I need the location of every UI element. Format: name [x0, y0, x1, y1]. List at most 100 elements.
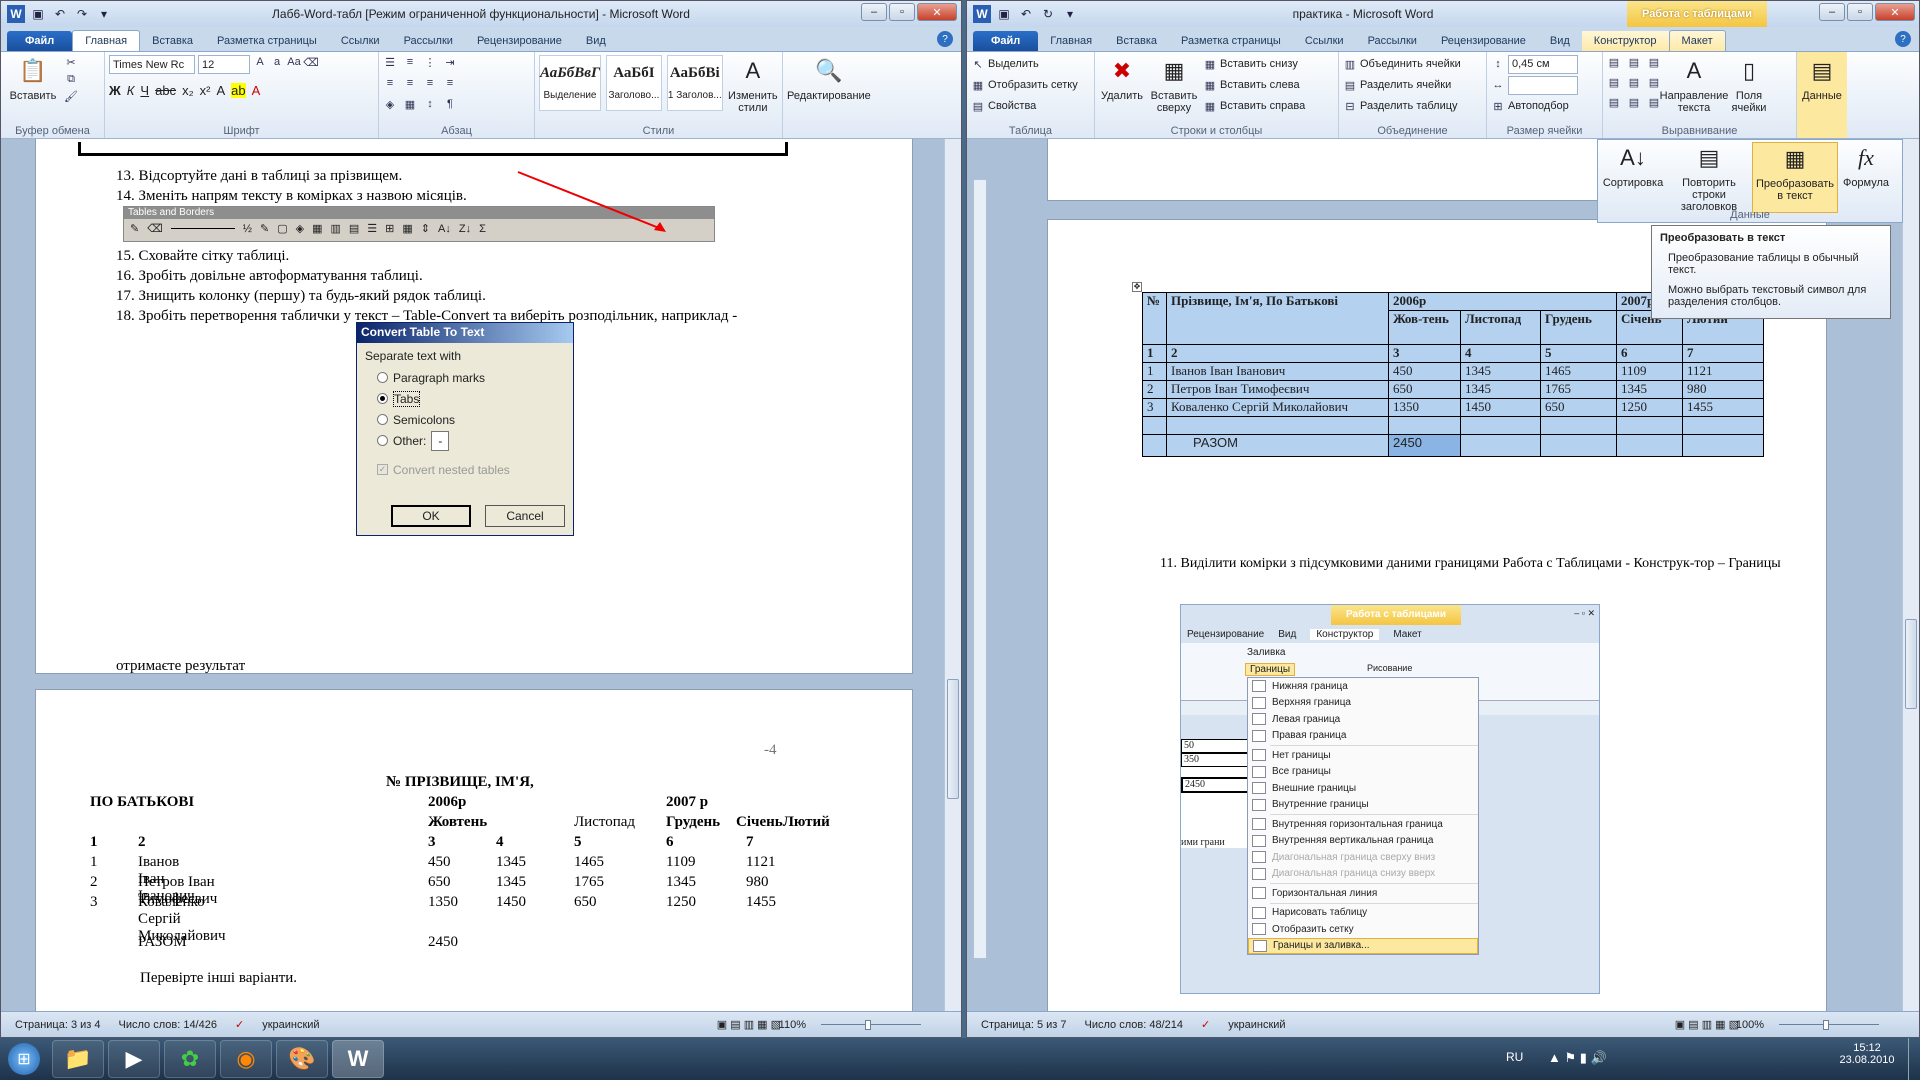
- minimize-icon[interactable]: –: [861, 3, 887, 21]
- help-icon[interactable]: ?: [1895, 31, 1911, 47]
- align-top-center-icon[interactable]: ▤: [1627, 55, 1641, 69]
- text-effects-icon[interactable]: A: [216, 83, 225, 98]
- clear-format-icon[interactable]: ⌫: [303, 55, 319, 69]
- tab-references[interactable]: Ссылки: [1293, 31, 1356, 51]
- change-styles-button[interactable]: A Изменить стили: [728, 55, 778, 115]
- table-move-handle-icon[interactable]: ✥: [1132, 282, 1142, 292]
- justify-icon[interactable]: ≡: [443, 76, 457, 90]
- select-button[interactable]: ↖ Выделить: [971, 55, 1078, 73]
- insert-below-button[interactable]: ▦ Вставить снизу: [1203, 55, 1305, 73]
- multilevel-icon[interactable]: ⋮: [423, 55, 437, 69]
- word-count[interactable]: Число слов: 48/214: [1085, 1019, 1183, 1031]
- repeat-header-button[interactable]: ▤ Повторить строки заголовков: [1668, 142, 1750, 214]
- redo-icon[interactable]: ↷: [73, 5, 91, 23]
- style-heading[interactable]: АаБбІ Заголово...: [606, 55, 662, 111]
- formula-button[interactable]: fx Формула: [1840, 142, 1892, 213]
- tab-insert[interactable]: Вставка: [140, 31, 205, 51]
- italic-icon[interactable]: К: [127, 83, 135, 98]
- properties-button[interactable]: ▤ Свойства: [971, 97, 1078, 115]
- help-icon[interactable]: ?: [937, 31, 953, 47]
- convert-to-text-button[interactable]: ▦ Преобразовать в текст: [1752, 142, 1838, 213]
- align-top-right-icon[interactable]: ▤: [1647, 55, 1661, 69]
- column-width-field[interactable]: ↔: [1491, 75, 1578, 95]
- tray-icons[interactable]: ▲ ⚑ ▮ 🔊: [1548, 1050, 1607, 1066]
- word-logo-icon[interactable]: W: [7, 5, 25, 23]
- tab-file[interactable]: Файл: [973, 31, 1039, 51]
- tab-file[interactable]: Файл: [7, 31, 73, 51]
- paint-app[interactable]: 🎨: [276, 1040, 328, 1078]
- indent-icon[interactable]: ⇥: [443, 55, 457, 69]
- paste-button[interactable]: 📋 Вставить: [5, 55, 61, 103]
- change-case-icon[interactable]: Aa: [287, 55, 301, 69]
- tab-view[interactable]: Вид: [1538, 31, 1582, 51]
- undo-icon[interactable]: ↶: [1017, 5, 1035, 23]
- tab-design[interactable]: Конструктор: [1581, 31, 1669, 51]
- zoom-level[interactable]: 110%: [779, 1019, 806, 1031]
- show-desktop-button[interactable]: [1908, 1038, 1920, 1080]
- format-painter-icon[interactable]: 🖌: [64, 89, 78, 103]
- merge-cells-button[interactable]: ▥ Объединить ячейки: [1343, 55, 1461, 73]
- firefox-app[interactable]: ◉: [220, 1040, 272, 1078]
- insert-right-button[interactable]: ▦ Вставить справа: [1203, 97, 1305, 115]
- subscript-icon[interactable]: x₂: [182, 83, 194, 98]
- tab-review[interactable]: Рецензирование: [465, 31, 574, 51]
- tab-page-layout[interactable]: Разметка страницы: [205, 31, 329, 51]
- align-mid-right-icon[interactable]: ▤: [1647, 75, 1661, 89]
- split-cells-button[interactable]: ▤ Разделить ячейки: [1343, 76, 1461, 94]
- cell-margins-button[interactable]: ▯ Поля ячейки: [1727, 55, 1771, 115]
- view-buttons[interactable]: ▣ ▤ ▥ ▦ ▧: [717, 1018, 781, 1031]
- spellcheck-icon[interactable]: ✓: [1201, 1018, 1210, 1031]
- maximize-icon[interactable]: ▫: [889, 3, 915, 21]
- page-count[interactable]: Страница: 5 из 7: [981, 1019, 1067, 1031]
- qat-dropdown-icon[interactable]: ▾: [95, 5, 113, 23]
- delete-button[interactable]: ✖ Удалить: [1099, 55, 1145, 103]
- align-bot-left-icon[interactable]: ▤: [1607, 95, 1621, 109]
- qat-dropdown-icon[interactable]: ▾: [1061, 5, 1079, 23]
- numbering-icon[interactable]: ≡: [403, 55, 417, 69]
- copy-icon[interactable]: ⧉: [64, 72, 78, 86]
- page-count[interactable]: Страница: 3 из 4: [15, 1019, 101, 1031]
- bold-icon[interactable]: Ж: [109, 83, 121, 98]
- superscript-icon[interactable]: x²: [200, 83, 211, 98]
- word-count[interactable]: Число слов: 14/426: [119, 1019, 217, 1031]
- close-icon[interactable]: ✕: [917, 3, 957, 21]
- borders-icon[interactable]: ▦: [403, 97, 417, 111]
- tab-page-layout[interactable]: Разметка страницы: [1169, 31, 1293, 51]
- save-icon[interactable]: ▣: [29, 5, 47, 23]
- bullets-icon[interactable]: ☰: [383, 55, 397, 69]
- tab-layout[interactable]: Макет: [1668, 30, 1726, 51]
- view-buttons[interactable]: ▣ ▤ ▥ ▦ ▧: [1675, 1018, 1739, 1031]
- zoom-slider[interactable]: [811, 1020, 931, 1030]
- left-vertical-scrollbar[interactable]: [944, 139, 961, 1011]
- spellcheck-icon[interactable]: ✓: [235, 1018, 244, 1031]
- font-size-box[interactable]: 12: [198, 55, 250, 74]
- minimize-icon[interactable]: –: [1819, 3, 1845, 21]
- align-center-icon[interactable]: ≡: [403, 76, 417, 90]
- align-right-icon[interactable]: ≡: [423, 76, 437, 90]
- font-name-box[interactable]: Times New Rc: [109, 55, 195, 74]
- align-left-icon[interactable]: ≡: [383, 76, 397, 90]
- sort-button[interactable]: A↓ Сортировка: [1600, 142, 1666, 213]
- shading-icon[interactable]: ◈: [383, 97, 397, 111]
- tab-mailings[interactable]: Рассылки: [1356, 31, 1429, 51]
- sort-icon[interactable]: ↕: [423, 97, 437, 111]
- right-vertical-scrollbar[interactable]: [1902, 139, 1919, 1011]
- zoom-slider[interactable]: [1769, 1020, 1889, 1030]
- tab-insert[interactable]: Вставка: [1104, 31, 1169, 51]
- align-mid-center-icon[interactable]: ▤: [1627, 75, 1641, 89]
- split-table-button[interactable]: ⊟ Разделить таблицу: [1343, 97, 1461, 115]
- align-mid-left-icon[interactable]: ▤: [1607, 75, 1621, 89]
- align-top-left-icon[interactable]: ▤: [1607, 55, 1621, 69]
- language-indicator[interactable]: RU: [1506, 1050, 1523, 1064]
- save-icon[interactable]: ▣: [995, 5, 1013, 23]
- style-heading1[interactable]: АаБбВі 1 Заголов...: [666, 55, 723, 111]
- autofit-button[interactable]: ⊞ Автоподбор: [1491, 97, 1578, 115]
- language[interactable]: украинский: [1228, 1019, 1285, 1031]
- insert-above-button[interactable]: ▦ Вставить сверху: [1148, 55, 1200, 115]
- tab-home[interactable]: Главная: [72, 30, 141, 51]
- icq-app[interactable]: ✿: [164, 1040, 216, 1078]
- word-logo-icon[interactable]: W: [973, 5, 991, 23]
- grow-font-icon[interactable]: A: [253, 55, 267, 69]
- underline-icon[interactable]: Ч: [140, 83, 149, 98]
- language[interactable]: украинский: [262, 1019, 319, 1031]
